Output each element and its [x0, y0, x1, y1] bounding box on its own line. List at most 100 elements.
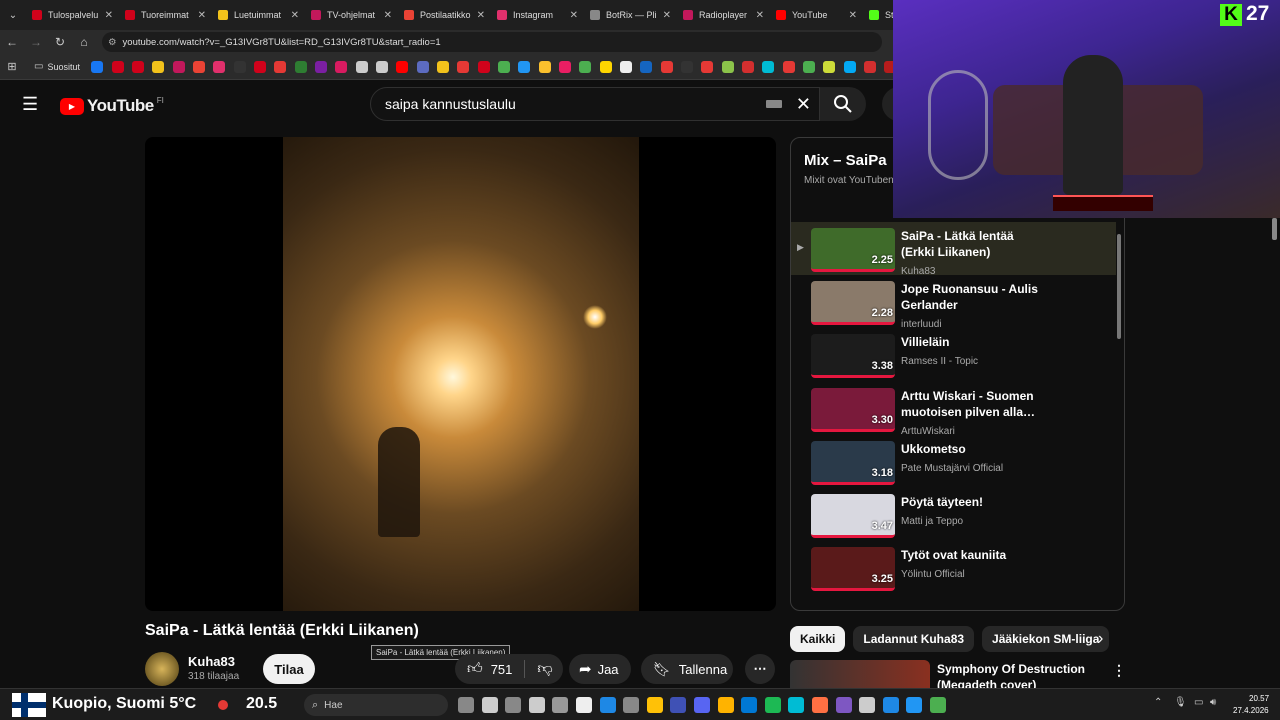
tray-display-icon[interactable]: ▭ [1194, 697, 1203, 708]
bookmark-icon-31[interactable] [721, 60, 734, 73]
tab-close-icon[interactable]: ✕ [198, 10, 206, 21]
video-player[interactable] [145, 137, 776, 611]
tab-close-icon[interactable]: ✕ [291, 10, 299, 21]
tab-list-chevron-icon[interactable]: ⌄ [0, 10, 26, 21]
bookmark-icon-13[interactable] [355, 60, 368, 73]
mix-item[interactable]: 2.28 Jope Ruonansuu - Aulis Gerlander inte… [791, 275, 1116, 330]
taskbar-app-icon-2[interactable] [505, 697, 522, 713]
reload-icon[interactable]: ↻ [48, 35, 72, 49]
bookmark-icon-24[interactable] [578, 60, 591, 73]
taskbar-app-icon-6[interactable] [599, 697, 616, 713]
site-info-icon[interactable]: ⚙ [108, 37, 117, 48]
bookmark-icon-6[interactable] [212, 60, 225, 73]
taskbar-app-icon-0[interactable] [458, 697, 474, 713]
bookmark-icon-18[interactable] [456, 60, 469, 73]
taskbar-app-icon-3[interactable] [528, 697, 545, 713]
taskbar-app-icon-9[interactable] [670, 697, 687, 713]
mix-item[interactable]: ▶ 2.25 SaiPa - Lätkä lentää (Erkki Liikane… [791, 222, 1116, 277]
mix-item[interactable]: 3.30 Arttu Wiskari - Suomen muotoisen pil… [791, 382, 1116, 437]
bookmark-icon-26[interactable] [619, 60, 632, 73]
tab-close-icon[interactable]: ✕ [849, 10, 857, 21]
folder-icon[interactable]: ▭ [34, 61, 43, 72]
taskbar-app-icon-5[interactable] [576, 697, 592, 713]
bookmark-icon-12[interactable] [334, 60, 347, 73]
tab-7[interactable]: Radioplayer ✕ [677, 0, 770, 30]
bookmark-icon-36[interactable] [822, 60, 835, 73]
tab-5[interactable]: Instagram ✕ [491, 0, 584, 30]
tab-close-icon[interactable]: ✕ [384, 10, 392, 21]
taskbar-app-icon-13[interactable] [764, 697, 781, 713]
taskbar-app-icon-10[interactable] [694, 697, 710, 713]
tray-mic-icon[interactable]: 🎙︎ [1174, 697, 1187, 708]
bookmark-icon-35[interactable] [802, 60, 815, 73]
taskbar-app-icon-1[interactable] [481, 697, 498, 713]
youtube-logo[interactable]: ▶ YouTube FI [60, 96, 164, 116]
chip-0[interactable]: Kaikki [790, 626, 846, 652]
bookmark-icon-16[interactable] [416, 60, 429, 73]
url-input[interactable]: ⚙ youtube.com/watch?v=_G13IVGr8TU&list=R… [102, 32, 882, 52]
chip-2[interactable]: Jääkiekon SM-liiga [982, 626, 1110, 652]
taskbar-app-icon-4[interactable] [552, 697, 569, 713]
tab-close-icon[interactable]: ✕ [663, 10, 671, 21]
bookmark-icon-29[interactable] [680, 60, 693, 73]
bookmark-icon-4[interactable] [172, 60, 185, 73]
bookmark-icon-14[interactable] [375, 60, 388, 73]
tray-chevron-icon[interactable]: ⌃ [1154, 697, 1162, 708]
bookmark-icon-22[interactable] [538, 60, 551, 73]
bookmark-icon-15[interactable] [395, 60, 408, 73]
share-button[interactable]: ➦ Jaa [569, 654, 631, 684]
bookmark-icon-11[interactable] [314, 60, 327, 73]
tab-close-icon[interactable]: ✕ [105, 10, 113, 21]
chips-next-icon[interactable]: › [1098, 630, 1103, 648]
dislike-button[interactable]: 👎︎ [525, 660, 552, 678]
temp-text[interactable]: 20.5 [246, 695, 277, 713]
clear-search-icon[interactable]: ✕ [796, 94, 811, 115]
taskbar-app-icon-8[interactable] [646, 697, 663, 713]
mix-item[interactable]: 3.25 Tytöt ovat kauniita Yölintu Official [791, 541, 1116, 594]
bookmark-icon-8[interactable] [253, 60, 266, 73]
bookmark-icon-17[interactable] [436, 60, 449, 73]
taskbar-app-icon-15[interactable] [812, 697, 828, 713]
bookmark-icon-38[interactable] [863, 60, 876, 73]
related-more-icon[interactable]: ⋮ [1112, 662, 1126, 679]
menu-icon[interactable]: ☰ [22, 94, 38, 115]
bookmark-icon-20[interactable] [497, 60, 510, 73]
bookmark-icon-30[interactable] [700, 60, 713, 73]
bookmark-icon-2[interactable] [131, 60, 144, 73]
weather-text[interactable]: Kuopio, Suomi 5°C [52, 695, 196, 713]
bookmark-icon-7[interactable] [233, 60, 246, 73]
bookmark-icon-33[interactable] [761, 60, 774, 73]
mix-item[interactable]: 3.38 Villieläin Ramses II - Topic [791, 328, 1116, 381]
tab-8[interactable]: YouTube ✕ [770, 0, 863, 30]
taskbar-app-icon-16[interactable] [835, 697, 852, 713]
bookmark-icon-27[interactable] [639, 60, 652, 73]
taskbar-app-icon-14[interactable] [788, 697, 805, 713]
home-icon[interactable]: ⌂ [72, 35, 96, 49]
subscribe-button[interactable]: Tilaa [263, 654, 315, 684]
more-actions-button[interactable]: ⋯ [745, 654, 775, 684]
taskbar-app-icon-18[interactable] [882, 697, 899, 713]
tab-6[interactable]: BotRix — Pli ✕ [584, 0, 677, 30]
page-scrollbar[interactable] [1272, 218, 1277, 240]
record-icon[interactable] [218, 700, 228, 710]
bookmark-icon-19[interactable] [477, 60, 490, 73]
taskbar-app-icon-20[interactable] [930, 697, 946, 713]
tab-close-icon[interactable]: ✕ [756, 10, 764, 21]
like-button[interactable]: 👍︎ 751 [455, 660, 512, 678]
back-icon[interactable]: ← [0, 35, 24, 49]
bookmark-icon-21[interactable] [517, 60, 530, 73]
taskbar-search[interactable]: ⌕ Hae [304, 694, 448, 716]
bookmark-icon-3[interactable] [151, 60, 164, 73]
bookmark-icon-5[interactable] [192, 60, 205, 73]
bookmark-icon-1[interactable] [111, 60, 124, 73]
bookmark-icon-37[interactable] [843, 60, 856, 73]
mix-item[interactable]: 3.18 Ukkometso Pate Mustajärvi Official [791, 435, 1116, 488]
forward-icon[interactable]: → [24, 35, 48, 49]
keyboard-icon[interactable] [765, 100, 782, 108]
bookmark-icon-28[interactable] [660, 60, 673, 73]
apps-grid-icon[interactable]: ⊞ [0, 60, 24, 73]
tab-3[interactable]: TV-ohjelmat ✕ [305, 0, 398, 30]
save-button[interactable]: 🔖︎ Tallenna [641, 654, 733, 684]
mix-item[interactable]: 3.47 Pöytä täyteen! Matti ja Teppo [791, 488, 1116, 541]
taskbar-app-icon-11[interactable] [717, 697, 734, 713]
